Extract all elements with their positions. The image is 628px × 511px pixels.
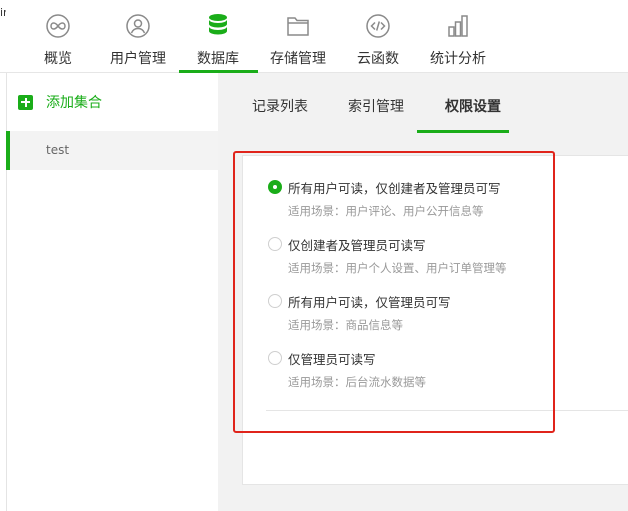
radio-button[interactable] <box>268 294 282 308</box>
nav-item-statistics[interactable]: 统计分析 <box>428 0 488 73</box>
collection-tabs: 记录列表 索引管理 权限设置 <box>218 73 628 133</box>
nav-item-overview[interactable]: 概览 <box>36 0 80 73</box>
option-description: 适用场景：用户个人设置、用户订单管理等 <box>288 261 507 275</box>
folder-icon <box>285 13 311 39</box>
nav-label: 统计分析 <box>430 51 486 67</box>
option-title: 仅管理员可读写 <box>288 352 376 367</box>
bar-chart-icon <box>445 13 471 39</box>
collection-item-test[interactable]: test <box>6 131 218 170</box>
tab-records[interactable]: 记录列表 <box>252 96 308 116</box>
tab-permissions[interactable]: 权限设置 <box>445 96 501 116</box>
radio-button[interactable] <box>268 351 282 365</box>
option-title: 仅创建者及管理员可读写 <box>288 238 426 253</box>
nav-item-storage-management[interactable]: 存储管理 <box>268 0 328 73</box>
option-title: 所有用户可读，仅管理员可写 <box>288 295 451 310</box>
option-title: 所有用户可读，仅创建者及管理员可写 <box>288 181 501 196</box>
nav-label: 用户管理 <box>110 51 166 67</box>
tab-active-indicator <box>417 130 509 133</box>
nav-item-database[interactable]: 数据库 <box>194 0 242 73</box>
plus-icon <box>18 94 33 110</box>
option-description: 适用场景：用户评论、用户公开信息等 <box>288 204 484 218</box>
nav-item-user-management[interactable]: 用户管理 <box>108 0 168 73</box>
collection-name: test <box>46 143 70 157</box>
option-description: 适用场景：商品信息等 <box>288 318 403 332</box>
infinity-icon <box>45 13 71 39</box>
database-icon <box>205 13 231 39</box>
nav-label: 概览 <box>44 51 72 67</box>
add-collection-label: 添加集合 <box>46 95 102 111</box>
user-icon <box>125 13 151 39</box>
add-collection-button[interactable]: 添加集合 <box>18 92 102 112</box>
top-nav-bar: ir 概览 用户管理 数据库 存储管理 云函数 统计分析 <box>0 0 628 73</box>
corner-text: ir <box>0 6 6 19</box>
panel-divider <box>266 410 628 411</box>
option-description: 适用场景：后台流水数据等 <box>288 375 426 389</box>
radio-button[interactable] <box>268 180 282 194</box>
nav-label: 云函数 <box>357 51 399 67</box>
nav-label: 存储管理 <box>270 51 326 67</box>
nav-label: 数据库 <box>197 51 239 67</box>
selected-indicator <box>6 131 10 170</box>
tab-indexes[interactable]: 索引管理 <box>348 96 404 116</box>
code-icon <box>365 13 391 39</box>
radio-button[interactable] <box>268 237 282 251</box>
nav-item-cloud-functions[interactable]: 云函数 <box>356 0 400 73</box>
